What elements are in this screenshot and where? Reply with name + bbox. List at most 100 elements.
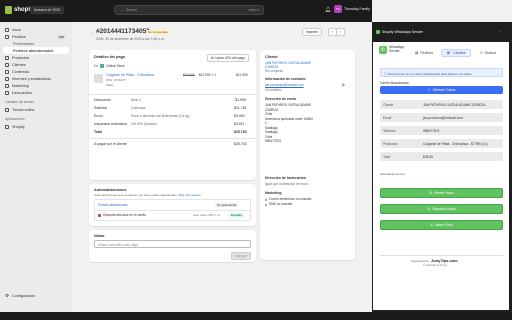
back-arrow-icon[interactable]: ← <box>90 30 94 35</box>
contact-title: Información de contacto <box>265 77 306 81</box>
customer-orders: Sin compras <box>265 69 283 73</box>
nav-item-6[interactable]: Contenido <box>0 68 72 75</box>
footer-brand[interactable]: Jony7ips.com <box>431 258 458 263</box>
nav-settings[interactable]: ⚙ Configuración <box>0 292 72 299</box>
due-label: A pagar por el cliente <box>94 142 127 146</box>
automations-card: Automatizaciones Automatizaciones que se… <box>89 184 256 226</box>
product-sku: SKU: 2716175 <box>106 78 126 82</box>
billing-title: Dirección de facturación <box>265 176 306 180</box>
divider <box>89 138 256 139</box>
summary-label: Envío <box>94 114 103 118</box>
more-icon[interactable]: ⋮ <box>498 29 502 34</box>
customer-email[interactable]: jan.pzomeza@hotmail.com <box>265 83 304 87</box>
action-label: Segundo Aviso <box>432 207 456 211</box>
summary-value: $3.611 <box>234 122 245 126</box>
nav-item-label: Shopify <box>12 124 25 129</box>
price-total: $11.990 <box>236 73 248 77</box>
nav-item-label: Preliminares <box>13 41 35 46</box>
action-button-1[interactable]: ✆ Segundo Aviso <box>380 204 503 214</box>
summary-value: $21.781 <box>234 106 247 110</box>
product-name[interactable]: Colgante de Plata - Chihuahua <box>106 73 154 77</box>
nav-icon <box>5 76 9 81</box>
send-icon: ✆ <box>430 223 434 227</box>
nav-item-5[interactable]: Clientes <box>0 61 72 68</box>
copy-icon[interactable]: ⧉ <box>342 83 345 87</box>
sidebar-nav: Inicio Pedidos 820 Preliminares Pedidos aban… <box>0 22 72 312</box>
nav-badge: 820 <box>56 34 66 39</box>
nav-item-label: Informes y estadísticas <box>12 76 51 81</box>
price-qty: $11.990 × 1 <box>199 73 217 77</box>
app-name: WhatsApp Sender <box>389 45 405 53</box>
nav-icon <box>5 27 9 32</box>
customer-phone: Sin teléfono <box>265 88 282 92</box>
nav-item-2[interactable]: Preliminares <box>0 40 72 47</box>
nav-item-8[interactable]: Marketing <box>0 82 72 89</box>
tab-label: Olvidos <box>484 51 497 55</box>
nav-item-3[interactable]: Pedidos abandonados <box>3 47 69 54</box>
whatsapp-icon <box>376 30 380 34</box>
nav-channel-0[interactable]: Tienda online <box>0 106 72 113</box>
nav-item-label: Marketing <box>12 83 29 88</box>
next-order-button[interactable]: › <box>336 28 346 36</box>
customer-title: Cliente <box>265 55 278 59</box>
app-logo-icon: ✆ <box>379 46 387 54</box>
send-icon: ✆ <box>429 191 433 195</box>
product-thumbnail <box>94 74 103 83</box>
sales-channel: De Online Store <box>94 64 125 68</box>
bell-icon[interactable]: 🔔︎ <box>325 7 331 13</box>
app-icon <box>5 124 9 129</box>
tab-pedidos[interactable]: ▤ Pedidos <box>409 49 439 57</box>
shipping-title: Dirección de envío <box>265 97 297 101</box>
summary-meta: Nivel 2 <box>131 98 141 102</box>
notes-card: Notas Añadir una nota a este pago Agrega… <box>89 230 256 262</box>
nav-item-label: Contenido <box>12 69 30 74</box>
action-button-0[interactable]: ✆ Primer Aviso <box>380 188 503 198</box>
field-row: Total $28.95 <box>380 152 503 161</box>
field-key: Productos <box>383 141 398 146</box>
sent-badge: Enviado <box>229 212 244 217</box>
extension-header: Shopify WhatsApp Sender <box>376 30 423 34</box>
download-icon: ⇩ <box>427 88 431 92</box>
action-button-2[interactable]: ✆ Aviso Final <box>380 220 503 230</box>
nav-app-0[interactable]: Shopify <box>0 123 72 130</box>
tab-olvidos[interactable]: ⏱︎ Olvidos <box>473 49 503 57</box>
get-data-button[interactable]: ⇩ Obtener Datos <box>380 86 503 94</box>
automation-name[interactable]: Pedido abandonado <box>98 203 128 207</box>
marketing-list: Correo electrónico no suscrito SMS no sus… <box>265 197 311 207</box>
tab-carritos[interactable]: 🛒︎ Carritos <box>441 49 471 57</box>
nav-item-0[interactable]: Inicio <box>0 26 72 33</box>
automations-desc: Automatizaciones que se activan por este… <box>94 193 201 197</box>
more-info-link[interactable]: Más información <box>179 193 201 197</box>
summary-value: $25.763 <box>234 130 247 134</box>
action-label: Aviso Final <box>435 223 453 227</box>
address-line: 985477874 <box>265 139 281 143</box>
copy-url-button[interactable]: ⧉ Copiar URL del pago <box>207 54 249 62</box>
add-note-button[interactable]: Agregar <box>231 252 251 260</box>
automation-box: Pedido abandonado No ejecutando Después … <box>94 199 252 221</box>
summary-value: $3.990 <box>234 114 245 118</box>
order-title: #20144411734059 <box>96 28 150 35</box>
automation-time: Ayer a las 3:45 p. m. <box>193 213 221 217</box>
nav-item-label: Clientes <box>12 62 26 67</box>
nav-item-label: Productos <box>12 55 30 60</box>
notes-input[interactable]: Añadir una nota a este pago <box>94 240 251 248</box>
nav-icon <box>5 55 9 60</box>
automation-step: Después artículos en el carrito <box>98 213 146 217</box>
user-menu[interactable]: TH Thursday Family <box>334 5 370 13</box>
customer-name[interactable]: JAN PATHRICK SATIVA ADAME ZOMEZA <box>265 61 325 69</box>
gear-icon: ⚙ <box>5 292 10 298</box>
send-icon: ✆ <box>427 207 431 211</box>
store-selector[interactable]: Andarra de 2025 <box>30 6 65 14</box>
search-input[interactable]: ⌕ Search CTRL K <box>114 5 264 15</box>
nav-item-7[interactable]: Informes y estadísticas <box>0 75 72 82</box>
payment-title: Detalles del pago <box>94 55 126 59</box>
nav-item-label: Tienda online <box>12 107 35 112</box>
due-value: $25.763 <box>234 142 247 146</box>
nav-item-4[interactable]: Productos <box>0 54 72 61</box>
summary-label: Total <box>94 130 103 134</box>
product-variant: Plata <box>106 83 113 87</box>
print-button[interactable]: Imprimir <box>302 28 322 36</box>
nav-item-9[interactable]: Descuentos <box>0 89 72 96</box>
payment-card: Detalles del pago ⧉ Copiar URL del pago … <box>89 50 256 180</box>
nav-item-1[interactable]: Pedidos 820 <box>0 33 72 40</box>
